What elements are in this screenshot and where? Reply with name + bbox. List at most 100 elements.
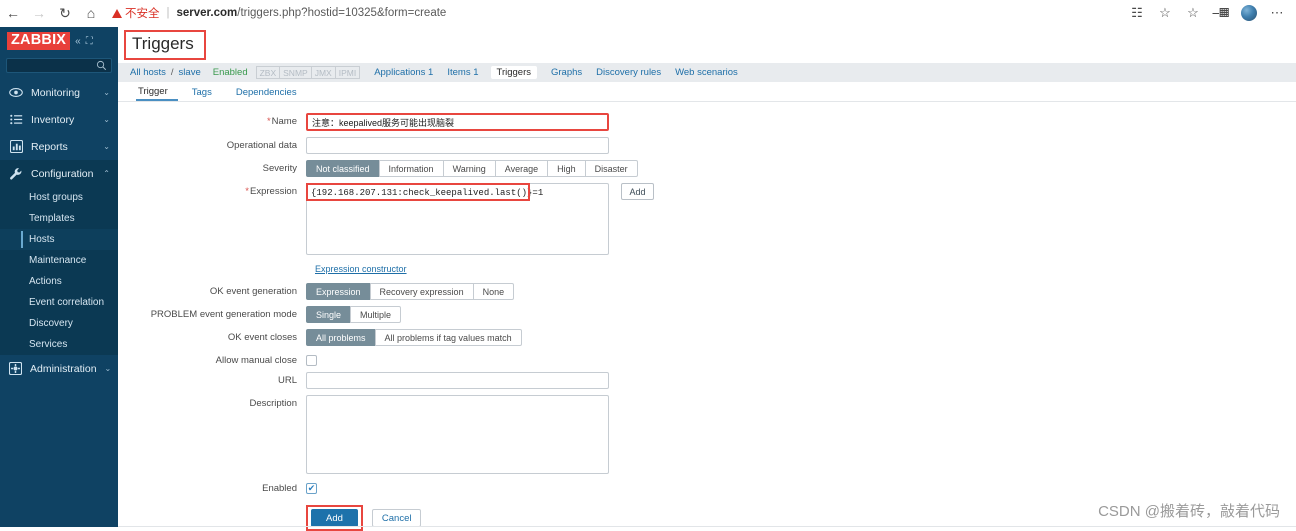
label-enabled: Enabled: [118, 480, 306, 494]
severity-option-disaster[interactable]: Disaster: [585, 160, 638, 177]
name-input[interactable]: [306, 113, 609, 131]
sidebar: ZABBIX « ⛶ Monitoring ⌄ Inventory: [0, 27, 118, 527]
field-row-description: Description: [118, 395, 1296, 474]
nav-web-scenarios[interactable]: Web scenarios: [675, 67, 738, 78]
form-tabs: Trigger Tags Dependencies: [118, 82, 1296, 102]
sidebar-item-reports[interactable]: Reports ⌄: [0, 133, 118, 160]
field-row-url: URL: [118, 372, 1296, 389]
operational-data-input[interactable]: [306, 137, 609, 154]
sidebar-expand-icon[interactable]: ⛶: [86, 36, 93, 47]
field-row-ok-event-generation: OK event generation Expression Recovery …: [118, 283, 1296, 300]
protocol-badge-zbx: ZBX: [256, 66, 280, 79]
security-warning[interactable]: 不安全: [112, 5, 160, 21]
label-problem-event-mode: PROBLEM event generation mode: [118, 306, 306, 320]
severity-option-average[interactable]: Average: [495, 160, 547, 177]
read-aloud-icon[interactable]: ☷: [1126, 2, 1148, 24]
problem-mode-option-single[interactable]: Single: [306, 306, 350, 323]
nav-discovery-rules[interactable]: Discovery rules: [596, 67, 661, 78]
sidebar-item-event-correlation[interactable]: Event correlation: [0, 292, 118, 313]
favorite-star-icon[interactable]: ☆: [1154, 2, 1176, 24]
expression-wrapper: [306, 183, 609, 258]
ok-event-closes-control: All problems All problems if tag values …: [306, 329, 522, 346]
sidebar-collapse-icon[interactable]: «: [75, 36, 81, 47]
sidebar-search-input[interactable]: [6, 58, 112, 73]
sidebar-item-discovery[interactable]: Discovery: [0, 313, 118, 334]
ok-event-option-expression[interactable]: Expression: [306, 283, 370, 300]
required-marker: *: [267, 116, 271, 127]
allow-manual-close-checkbox[interactable]: [306, 355, 317, 366]
label-expression: *Expression: [118, 183, 306, 197]
sidebar-item-maintenance[interactable]: Maintenance: [0, 250, 118, 271]
tab-trigger[interactable]: Trigger: [136, 84, 178, 101]
submit-add-button[interactable]: Add: [311, 509, 358, 527]
severity-option-information[interactable]: Information: [379, 160, 443, 177]
protocol-badge-jmx: JMX: [311, 66, 335, 79]
browser-toolbar: ← → ↻ ⌂ 不安全 | server.com /triggers.php?h…: [0, 0, 1296, 27]
expression-constructor-link[interactable]: Expression constructor: [315, 264, 407, 274]
host-status-badge[interactable]: Enabled: [213, 67, 248, 78]
ok-closes-option-all-problems[interactable]: All problems: [306, 329, 375, 346]
sidebar-item-actions[interactable]: Actions: [0, 271, 118, 292]
severity-option-high[interactable]: High: [547, 160, 585, 177]
expression-add-button[interactable]: Add: [621, 183, 654, 200]
ok-event-option-none[interactable]: None: [473, 283, 515, 300]
label-severity: Severity: [118, 160, 306, 174]
ok-closes-option-tag-values-match[interactable]: All problems if tag values match: [375, 329, 522, 346]
eye-icon: [9, 86, 23, 100]
url-host: server.com: [177, 7, 238, 19]
severity-option-warning[interactable]: Warning: [443, 160, 495, 177]
label-description: Description: [118, 395, 306, 409]
sidebar-item-host-groups[interactable]: Host groups: [0, 187, 118, 208]
reload-icon[interactable]: ↻: [52, 2, 78, 24]
page-title-highlight: Triggers: [124, 30, 206, 60]
breadcrumb-all-hosts[interactable]: All hosts: [130, 67, 166, 78]
url-separator: |: [167, 7, 170, 19]
severity-option-not-classified[interactable]: Not classified: [306, 160, 379, 177]
description-textarea[interactable]: [306, 395, 609, 474]
url-input[interactable]: [306, 372, 609, 389]
chevron-down-icon: ⌄: [103, 115, 110, 124]
tab-tags[interactable]: Tags: [190, 85, 222, 101]
back-arrow-icon[interactable]: ←: [0, 2, 26, 24]
expression-textarea[interactable]: [306, 183, 609, 255]
sidebar-label-actions: Actions: [29, 276, 62, 287]
zabbix-logo[interactable]: ZABBIX: [7, 32, 70, 50]
sidebar-item-administration[interactable]: Administration ⌄: [0, 355, 118, 382]
sidebar-item-hosts[interactable]: Hosts: [0, 229, 118, 250]
tab-dependencies[interactable]: Dependencies: [234, 85, 307, 101]
sidebar-label-services: Services: [29, 339, 67, 350]
page-title: Triggers: [132, 34, 194, 54]
nav-graphs[interactable]: Graphs: [551, 67, 582, 78]
sidebar-submenu-configuration: Host groups Templates Hosts Maintenance …: [0, 187, 118, 355]
enabled-checkbox[interactable]: [306, 483, 317, 494]
sidebar-label-monitoring: Monitoring: [31, 87, 80, 99]
breadcrumb: All hosts / slave Enabled ZBX SNMP JMX I…: [118, 63, 1296, 82]
nav-applications[interactable]: Applications 1: [374, 67, 433, 78]
problem-mode-option-multiple[interactable]: Multiple: [350, 306, 401, 323]
breadcrumb-host[interactable]: slave: [179, 67, 201, 78]
sidebar-label-configuration: Configuration: [31, 168, 93, 180]
nav-items[interactable]: Items 1: [447, 67, 478, 78]
address-bar[interactable]: 不安全 | server.com /triggers.php?hostid=10…: [112, 2, 1118, 24]
sidebar-label-hosts: Hosts: [29, 234, 55, 245]
sidebar-item-configuration[interactable]: Configuration ⌃: [0, 160, 118, 187]
sidebar-item-services[interactable]: Services: [0, 334, 118, 355]
breadcrumb-separator: /: [171, 67, 174, 78]
ok-event-option-recovery-expression[interactable]: Recovery expression: [370, 283, 473, 300]
gear-icon: [9, 362, 22, 376]
cancel-button[interactable]: Cancel: [372, 509, 422, 527]
collections-icon[interactable]: ⎯▦: [1210, 2, 1232, 24]
label-allow-manual-close: Allow manual close: [118, 352, 306, 366]
sidebar-item-monitoring[interactable]: Monitoring ⌄: [0, 79, 118, 106]
sidebar-item-templates[interactable]: Templates: [0, 208, 118, 229]
sidebar-header: ZABBIX « ⛶: [0, 27, 118, 55]
nav-triggers[interactable]: Triggers: [491, 66, 538, 79]
sidebar-item-inventory[interactable]: Inventory ⌄: [0, 106, 118, 133]
protocol-badge-snmp: SNMP: [279, 66, 311, 79]
more-settings-icon[interactable]: ⋯: [1266, 2, 1288, 24]
home-icon[interactable]: ⌂: [78, 2, 104, 24]
add-favorites-icon[interactable]: ☆: [1182, 2, 1204, 24]
profile-avatar[interactable]: [1238, 2, 1260, 24]
forward-arrow-icon[interactable]: →: [26, 2, 52, 24]
chevron-up-icon: ⌃: [103, 169, 110, 178]
